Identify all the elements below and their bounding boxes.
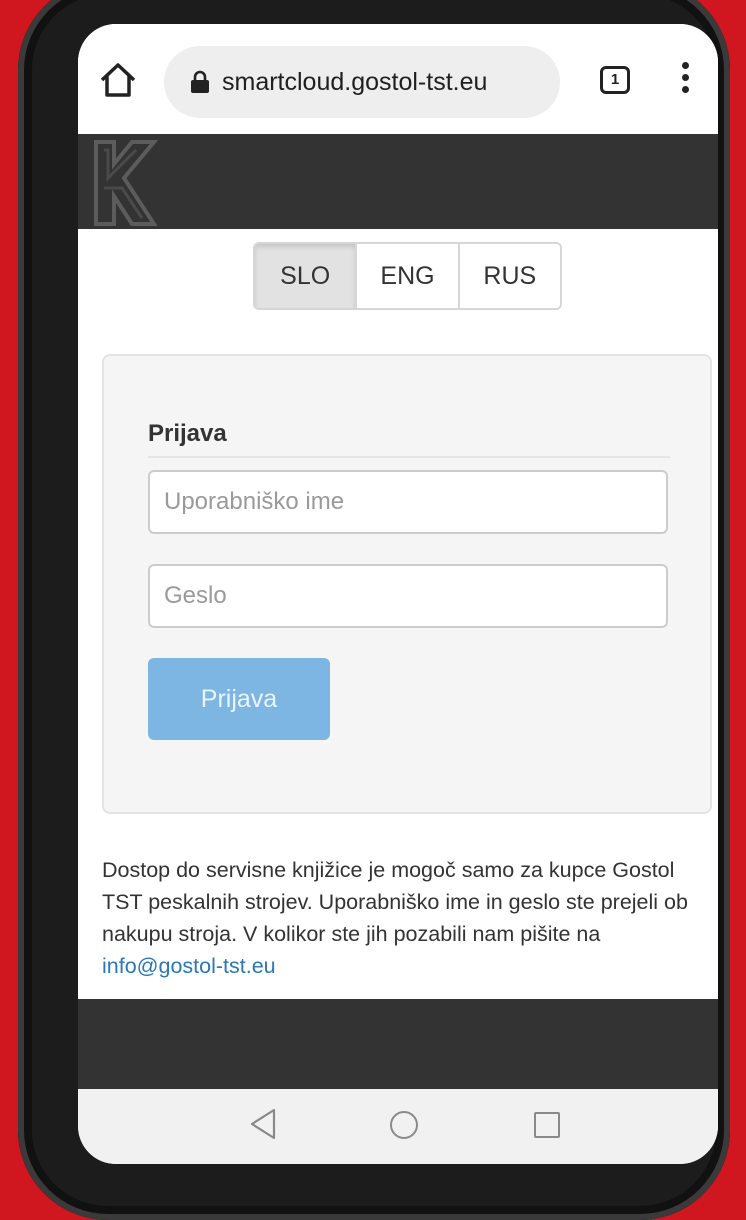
- home-icon[interactable]: [98, 60, 138, 100]
- lang-slo-button[interactable]: SLO: [255, 244, 358, 308]
- recents-square-icon[interactable]: [534, 1112, 560, 1138]
- lock-icon: [191, 70, 209, 93]
- phone-screen: smartcloud.gostol-tst.eu 1 SLO ENG RUS P…: [78, 24, 718, 1164]
- language-switcher: SLO ENG RUS: [253, 242, 562, 310]
- home-circle-icon[interactable]: [390, 1111, 418, 1139]
- info-paragraph: Dostop do servisne knjižice je mogoč sam…: [102, 858, 688, 946]
- url-text: smartcloud.gostol-tst.eu: [222, 68, 488, 96]
- tabs-icon[interactable]: 1: [600, 66, 630, 94]
- login-legend: Prijava: [148, 420, 670, 458]
- info-text: Dostop do servisne knjižice je mogoč sam…: [102, 854, 712, 982]
- email-link[interactable]: info@gostol-tst.eu: [102, 954, 276, 978]
- login-panel: Prijava Prijava: [102, 354, 712, 814]
- username-input[interactable]: [148, 470, 668, 534]
- address-bar[interactable]: smartcloud.gostol-tst.eu: [164, 46, 560, 118]
- company-logo: [94, 140, 158, 226]
- phone-frame: smartcloud.gostol-tst.eu 1 SLO ENG RUS P…: [18, 0, 730, 1220]
- password-input[interactable]: [148, 564, 668, 628]
- login-button[interactable]: Prijava: [148, 658, 330, 740]
- more-vert-icon[interactable]: [682, 62, 690, 98]
- android-nav-bar: [78, 1089, 718, 1164]
- site-footer: [78, 999, 718, 1089]
- back-triangle-icon[interactable]: [248, 1107, 278, 1141]
- site-header: [78, 134, 718, 229]
- browser-toolbar: smartcloud.gostol-tst.eu 1: [78, 24, 718, 134]
- lang-rus-button[interactable]: RUS: [459, 244, 560, 308]
- lang-eng-button[interactable]: ENG: [357, 244, 460, 308]
